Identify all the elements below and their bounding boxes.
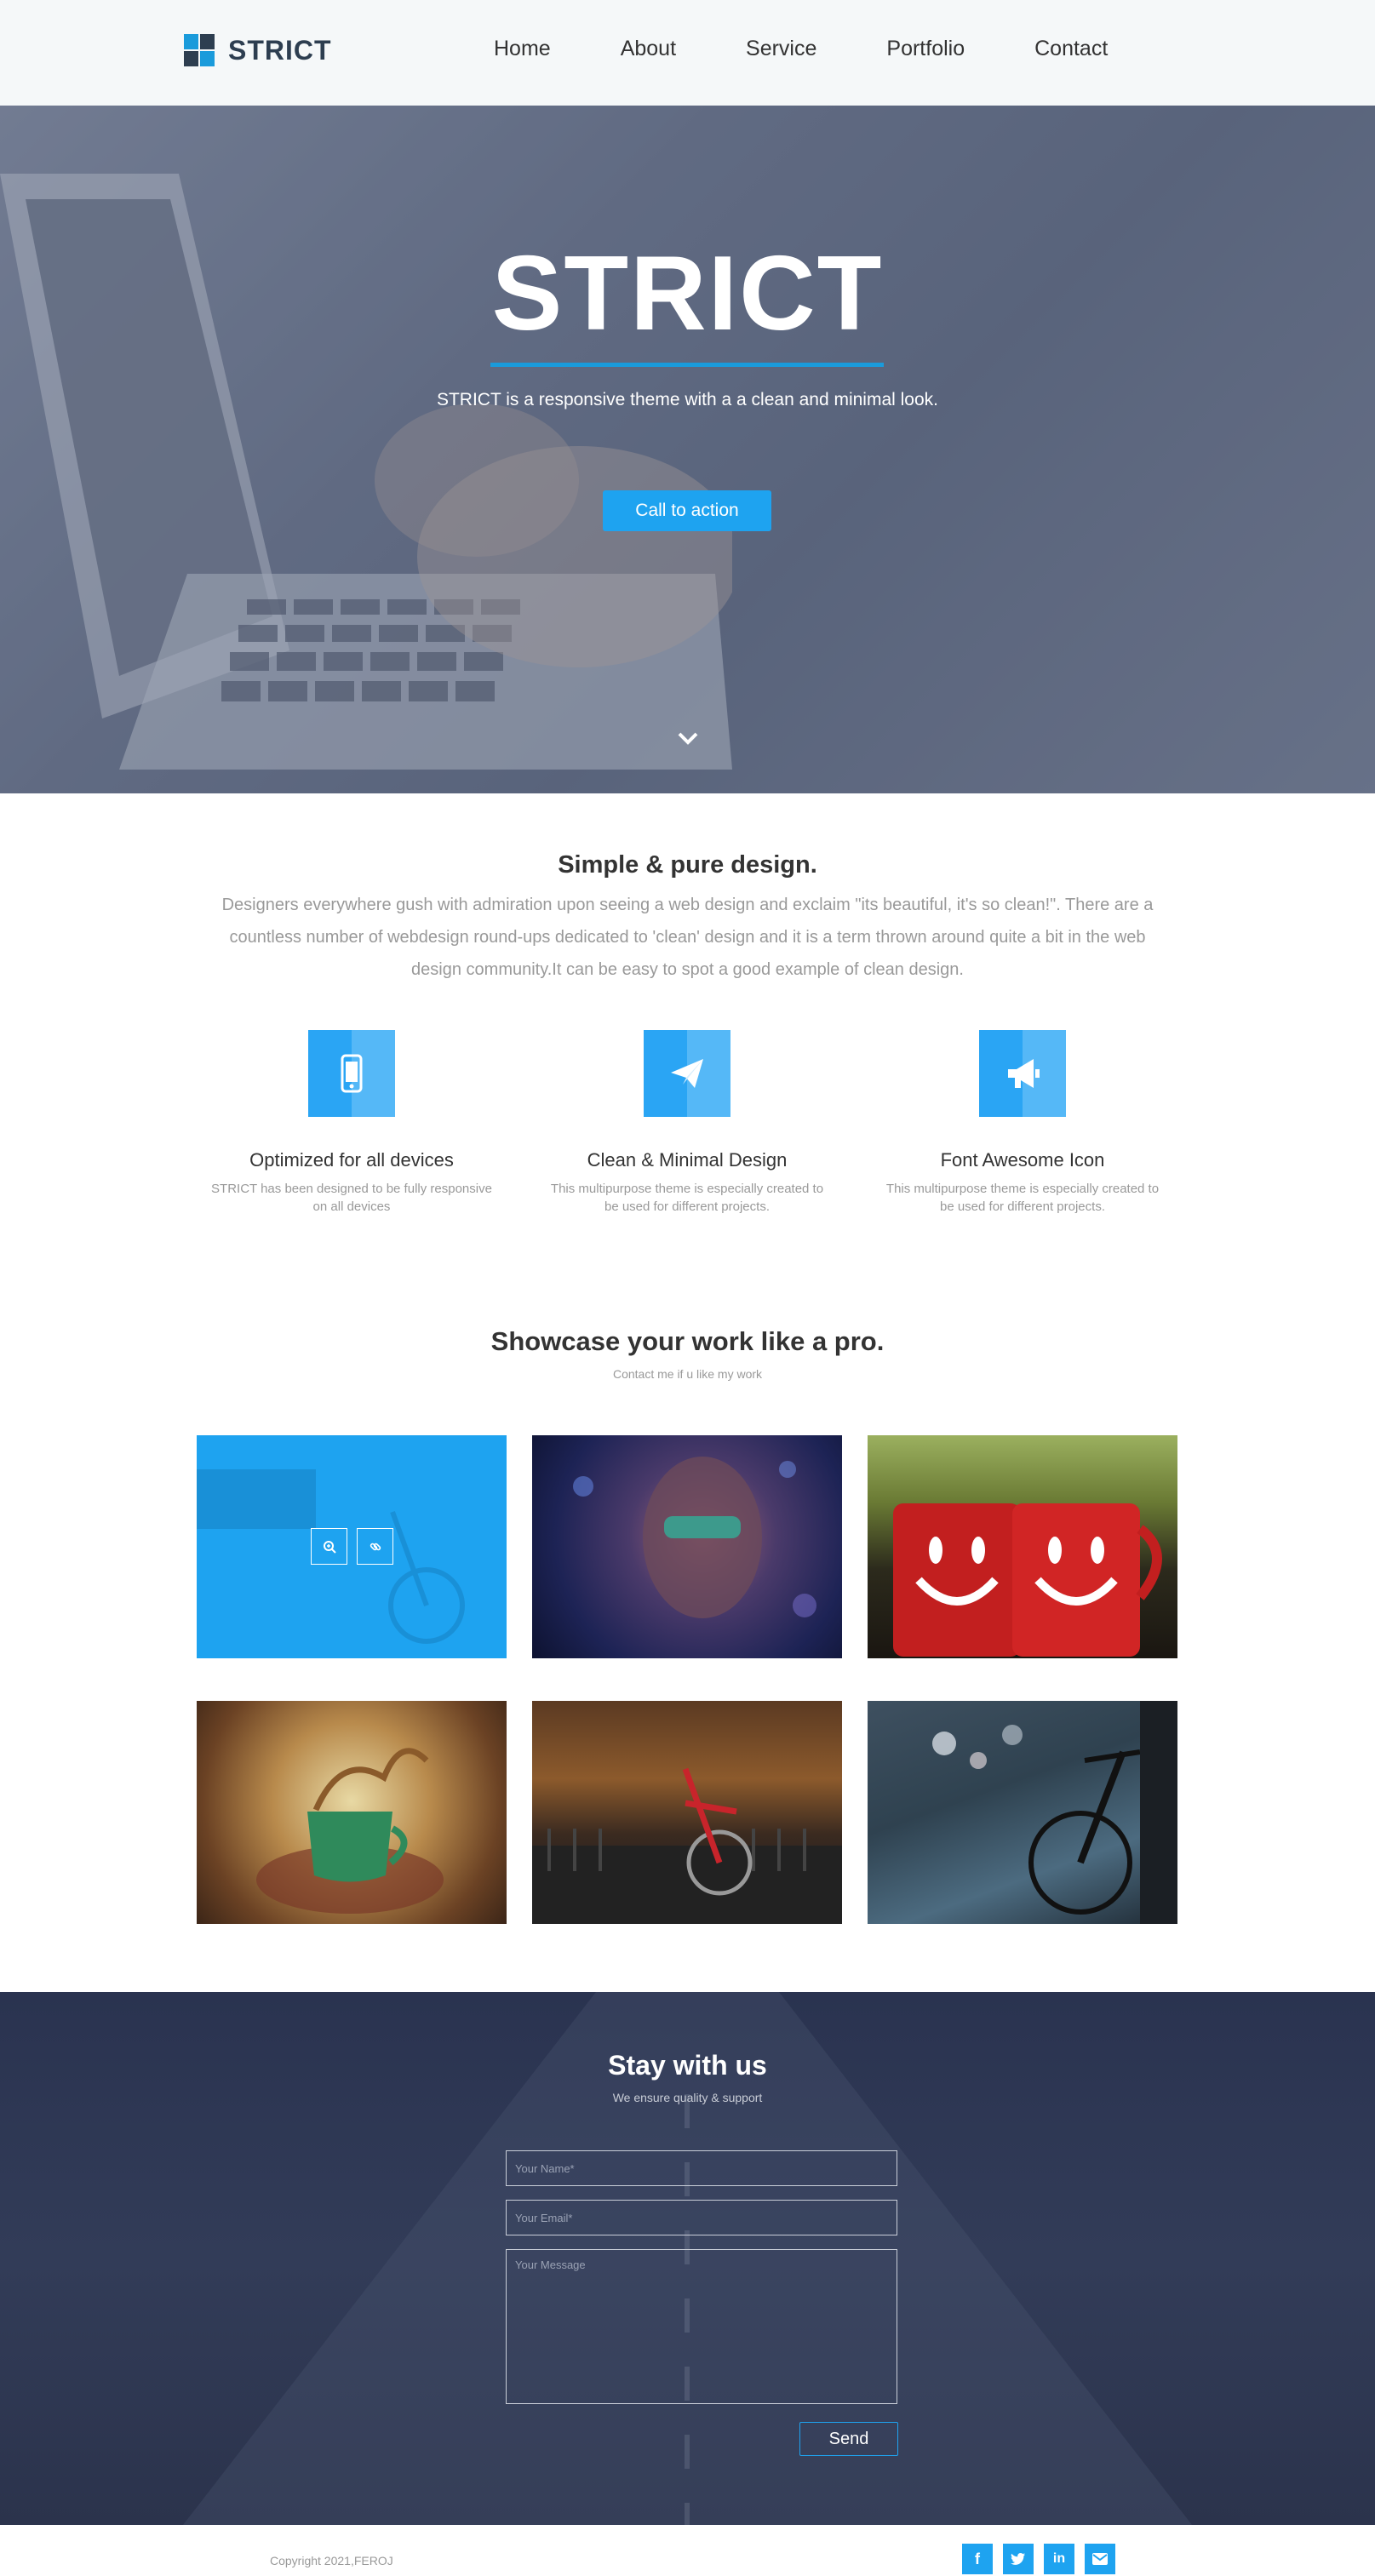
message-textarea[interactable] — [506, 2249, 897, 2404]
bullhorn-icon — [979, 1030, 1066, 1117]
feature-icons: Font Awesome Icon This multipurpose them… — [869, 1030, 1176, 1216]
name-input[interactable] — [506, 2150, 897, 2186]
paper-plane-icon — [644, 1030, 730, 1117]
feature-devices: Optimized for all devices STRICT has bee… — [198, 1030, 505, 1216]
feature-title: Font Awesome Icon — [940, 1149, 1105, 1171]
logo-text: STRICT — [228, 34, 332, 66]
showcase-subtitle: Contact me if u like my work — [612, 1367, 763, 1381]
send-button[interactable]: Send — [799, 2422, 898, 2456]
call-to-action-button[interactable]: Call to action — [603, 490, 771, 531]
copyright-text: Copyright 2021,FEROJ — [270, 2554, 393, 2567]
nav-service[interactable]: Service — [746, 34, 816, 63]
feature-title: Clean & Minimal Design — [587, 1149, 788, 1171]
top-navbar: STRICT Home About Service Portfolio Cont… — [0, 0, 1375, 106]
portfolio-item-red-mugs[interactable] — [868, 1435, 1177, 1658]
nav-about[interactable]: About — [621, 34, 676, 63]
zoom-icon[interactable] — [311, 1528, 347, 1565]
nav-home[interactable]: Home — [494, 34, 551, 63]
hero-title: STRICT — [491, 235, 884, 352]
twitter-icon[interactable] — [1003, 2544, 1034, 2574]
link-icon[interactable] — [357, 1528, 393, 1565]
portfolio-item-bike-street[interactable] — [197, 1435, 507, 1658]
portfolio-item-black-bicycle[interactable] — [868, 1701, 1177, 1924]
feature-text: This multipurpose theme is especially cr… — [885, 1182, 1160, 1214]
nav-portfolio[interactable]: Portfolio — [886, 34, 965, 63]
email-input[interactable] — [506, 2200, 897, 2235]
logo-icon — [184, 34, 215, 66]
social-links: f in — [962, 2544, 1126, 2574]
contact-section: Stay with us We ensure quality & support… — [0, 1992, 1375, 2525]
portfolio-item-coffee-splash[interactable] — [197, 1701, 507, 1924]
about-title: Simple & pure design. — [558, 851, 817, 879]
mobile-icon — [308, 1030, 395, 1117]
portfolio-image — [932, 1701, 1177, 1924]
portfolio-item-red-bicycle[interactable] — [532, 1701, 842, 1924]
envelope-icon[interactable] — [1085, 2544, 1115, 2574]
portfolio-image — [256, 1748, 444, 1914]
contact-title: Stay with us — [608, 2050, 767, 2081]
hero-section: STRICT STRICT is a responsive theme with… — [0, 106, 1375, 793]
showcase-title: Showcase your work like a pro. — [490, 1326, 885, 1356]
main-menu: Home About Service Portfolio Contact — [494, 34, 1177, 63]
portfolio-overlay-actions — [311, 1528, 403, 1565]
hero-divider — [490, 363, 884, 367]
portfolio-item-woman-glasses[interactable] — [532, 1435, 842, 1658]
facebook-icon[interactable]: f — [962, 2544, 993, 2574]
contact-subtitle: We ensure quality & support — [612, 2091, 763, 2104]
logo[interactable]: STRICT — [184, 34, 332, 66]
feature-text: This multipurpose theme is especially cr… — [550, 1182, 824, 1214]
portfolio-image — [532, 1767, 842, 1924]
feature-design: Clean & Minimal Design This multipurpose… — [534, 1030, 840, 1216]
footer: Copyright 2021,FEROJ f in — [0, 2525, 1375, 2576]
hero-overlay — [0, 106, 1375, 793]
feature-title: Optimized for all devices — [249, 1149, 454, 1171]
chevron-down-icon[interactable] — [675, 725, 701, 751]
about-description: Designers everywhere gush with admiratio… — [221, 896, 1154, 979]
hero-subtitle: STRICT is a responsive theme with a a cl… — [436, 390, 939, 409]
portfolio-image — [573, 1457, 816, 1618]
linkedin-icon[interactable]: in — [1044, 2544, 1074, 2574]
nav-contact[interactable]: Contact — [1034, 34, 1108, 63]
feature-text: STRICT has been designed to be fully res… — [211, 1182, 492, 1214]
portfolio-image — [893, 1503, 1162, 1657]
